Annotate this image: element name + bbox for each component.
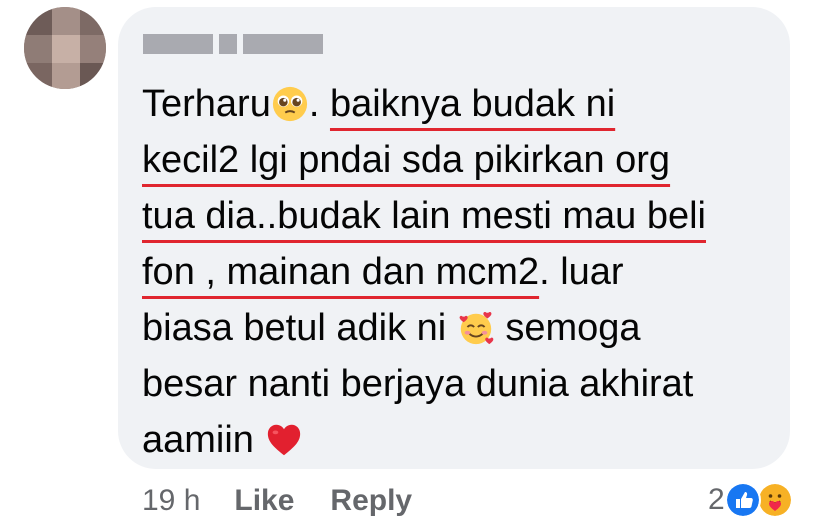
red-heart-icon: [265, 419, 303, 457]
comment-line: besar nanti berjaya dunia akhirat: [142, 356, 782, 412]
comment-text-span: besar nanti berjaya dunia akhirat: [142, 363, 694, 405]
underlined-text: fon , mainan dan mcm2: [142, 251, 540, 293]
comment-line: fon , mainan dan mcm2. luar: [142, 244, 782, 300]
care-reaction-icon: [756, 482, 793, 518]
underlined-text: baiknya budak ni: [329, 83, 616, 125]
reaction-count: 2: [708, 483, 725, 516]
avatar[interactable]: [24, 7, 106, 89]
comment-line: biasa betul adik ni semoga: [142, 300, 782, 356]
comment-text-span: semoga: [494, 307, 641, 349]
comment-line: tua dia..budak lain mesti mau beli: [142, 188, 782, 244]
underlined-text: tua dia..budak lain mesti mau beli: [142, 195, 706, 237]
comment-text-span: .: [308, 83, 330, 125]
timestamp[interactable]: 19 h: [142, 484, 200, 518]
comment-line: aamiin: [142, 412, 782, 468]
like-reaction-icon: [724, 482, 761, 518]
smiling-face-with-hearts-icon: [457, 307, 495, 345]
comment-text-span: aamiin: [142, 419, 265, 461]
comment-text-span: Terharu: [142, 83, 271, 125]
comment-line: Terharu. baiknya budak ni: [142, 76, 782, 132]
comment-text-span: biasa betul adik ni: [142, 307, 457, 349]
comment-text-span: . luar: [539, 251, 624, 293]
comment-footer: 19 h Like Reply: [142, 484, 448, 518]
author-name-redacted[interactable]: [143, 34, 323, 54]
pleading-face-icon: [271, 83, 309, 122]
underlined-text: kecil2 lgi pndai sda pikirkan org: [142, 139, 671, 181]
reaction-summary[interactable]: 2: [708, 482, 793, 518]
like-button[interactable]: Like: [234, 484, 294, 518]
comment-line: kecil2 lgi pndai sda pikirkan org: [142, 132, 782, 188]
comment-text: Terharu. baiknya budak ni kecil2 lgi pnda…: [142, 76, 782, 468]
reply-button[interactable]: Reply: [330, 484, 412, 518]
